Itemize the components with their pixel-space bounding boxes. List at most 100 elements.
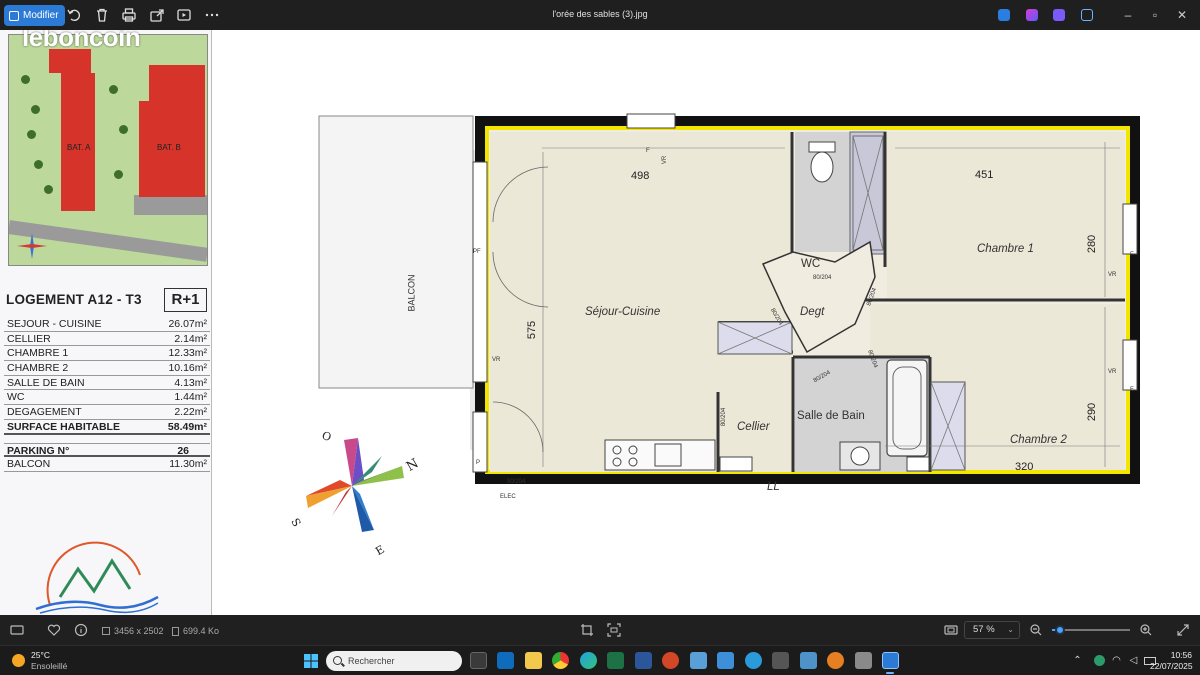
edge-icon[interactable] <box>580 652 597 669</box>
status-bar: 3456 x 2502 699.4 Ko 57 % ⌄ <box>0 615 1200 645</box>
zoom-slider-thumb[interactable] <box>1054 625 1065 635</box>
dim-451: 451 <box>975 169 994 181</box>
restore-icon[interactable]: ▫ <box>1147 7 1163 23</box>
security-icon[interactable] <box>1094 655 1105 666</box>
modify-button[interactable]: Modifier <box>4 5 65 26</box>
cloud-off-icon[interactable] <box>1081 9 1093 21</box>
surface-row: CHAMBRE 1 12.33m² <box>4 346 210 362</box>
level-badge: R+1 <box>164 288 207 312</box>
surface-row: SEJOUR - CUISINE 26.07m² <box>4 317 210 332</box>
tree <box>114 170 123 179</box>
dim-575: 575 <box>526 320 539 340</box>
tree <box>109 85 118 94</box>
copilot-icon[interactable] <box>1026 9 1038 21</box>
site-map: BAT. A BAT. B <box>8 34 208 266</box>
chrome-icon[interactable] <box>552 652 569 669</box>
building-a <box>61 73 95 211</box>
mark-elec: ELEC <box>500 494 516 500</box>
search-icon <box>333 656 342 665</box>
dim-280: 280 <box>1086 234 1099 254</box>
building-b-top <box>149 65 205 101</box>
tree <box>21 75 30 84</box>
room-label-chambre1: Chambre 1 <box>977 243 1034 255</box>
ocr-icon[interactable] <box>607 623 621 637</box>
rotate-icon[interactable] <box>66 7 82 23</box>
windows-start-icon[interactable] <box>303 653 319 669</box>
sun-icon[interactable] <box>12 654 25 667</box>
mark-vr: VR <box>1108 369 1117 375</box>
surface-total-row: SURFACE HABITABLE 58.49m² <box>4 420 210 435</box>
wifi-icon[interactable]: ◠ <box>1111 655 1122 666</box>
mark-vr: VR <box>492 357 501 363</box>
file-explorer-icon[interactable] <box>525 652 542 669</box>
tree <box>119 125 128 134</box>
parking-row: PARKING N° 26 <box>4 442 210 458</box>
fullscreen-icon[interactable] <box>1176 623 1190 637</box>
outlook-icon[interactable] <box>497 652 514 669</box>
zoom-out-icon[interactable] <box>1029 623 1043 637</box>
info-icon[interactable] <box>74 623 88 637</box>
tree <box>31 105 40 114</box>
room-label-wc: WC <box>801 258 821 270</box>
print-icon[interactable] <box>121 7 137 23</box>
title-bar: Modifier l'orée des sables (3).jpg – ▫ ✕ <box>0 0 1200 30</box>
editor-app-icon[interactable] <box>998 9 1010 21</box>
slideshow-icon[interactable] <box>176 7 192 23</box>
surface-row: DEGAGEMENT 2.22m² <box>4 405 210 420</box>
weather-temperature[interactable]: 25°C <box>31 650 50 660</box>
photos-gallery-icon[interactable] <box>690 652 707 669</box>
snipping-tool-icon[interactable] <box>772 652 789 669</box>
surface-row: SALLE DE BAIN 4.13m² <box>4 376 210 391</box>
share-icon[interactable] <box>149 7 165 23</box>
clipchamp-icon[interactable] <box>1053 9 1065 21</box>
delete-icon[interactable] <box>94 7 110 23</box>
app-icon[interactable] <box>827 652 844 669</box>
chevron-up-icon[interactable]: ⌃ <box>1072 655 1083 666</box>
zoom-level-select[interactable]: 57 % ⌄ <box>964 621 1020 639</box>
clock-date[interactable]: 22/07/2025 <box>1150 661 1193 671</box>
image-size-icon <box>102 627 110 635</box>
dim-290: 290 <box>1086 402 1099 422</box>
clock-time[interactable]: 10:56 <box>1160 650 1192 660</box>
app-icon[interactable] <box>855 652 872 669</box>
edit-icon <box>9 10 19 21</box>
room-label-degt: Degt <box>800 306 825 318</box>
surface-table: SEJOUR - CUISINE 26.07m² CELLIER 2.14m² CH… <box>4 317 210 472</box>
room-label-sejour: Séjour-Cuisine <box>585 306 661 318</box>
crop-icon[interactable] <box>580 623 594 637</box>
photos-icon[interactable] <box>882 652 899 669</box>
favorite-icon[interactable] <box>47 623 61 637</box>
weather-description[interactable]: Ensoleillé <box>31 661 67 671</box>
dim-498: 498 <box>631 170 650 182</box>
leboncoin-logo: leboncoin <box>22 30 141 52</box>
notes-icon[interactable] <box>717 652 734 669</box>
logement-title: LOGEMENT A12 - T3 <box>6 292 142 307</box>
room-label-sdb: Salle de Bain <box>797 410 865 422</box>
room-label-cellier: Cellier <box>737 421 770 433</box>
word-icon[interactable] <box>635 652 652 669</box>
residence-logo <box>35 541 159 614</box>
mark-vr: VR <box>1108 272 1117 278</box>
surface-row: CHAMBRE 2 10.16m² <box>4 361 210 376</box>
fit-screen-icon[interactable] <box>944 623 958 637</box>
site-label-b: BAT. B <box>157 143 181 152</box>
filmstrip-icon[interactable] <box>10 623 24 637</box>
minimize-icon[interactable]: – <box>1120 7 1136 23</box>
task-view-icon[interactable] <box>470 652 487 669</box>
excel-icon[interactable] <box>607 652 624 669</box>
zoom-in-icon[interactable] <box>1139 623 1153 637</box>
more-icon[interactable] <box>204 7 220 23</box>
mark-vr: VR <box>662 155 669 165</box>
room-label-chambre2: Chambre 2 <box>1010 434 1067 446</box>
windows-taskbar: 25°C Ensoleillé Rechercher ⌃ ◠ ◁ 10:56 2… <box>0 645 1200 675</box>
powerpoint-icon[interactable] <box>662 652 679 669</box>
volume-icon[interactable]: ◁ <box>1128 655 1139 666</box>
room-label-ll: LL <box>767 481 780 493</box>
compass-rose: O N S E <box>288 429 440 565</box>
surface-row: CELLIER 2.14m² <box>4 332 210 347</box>
mark-door-80: 80/204 <box>813 275 832 281</box>
app-icon[interactable] <box>800 652 817 669</box>
close-icon[interactable]: ✕ <box>1174 7 1190 23</box>
browser-icon[interactable] <box>745 652 762 669</box>
taskbar-search-input[interactable]: Rechercher <box>326 651 462 671</box>
